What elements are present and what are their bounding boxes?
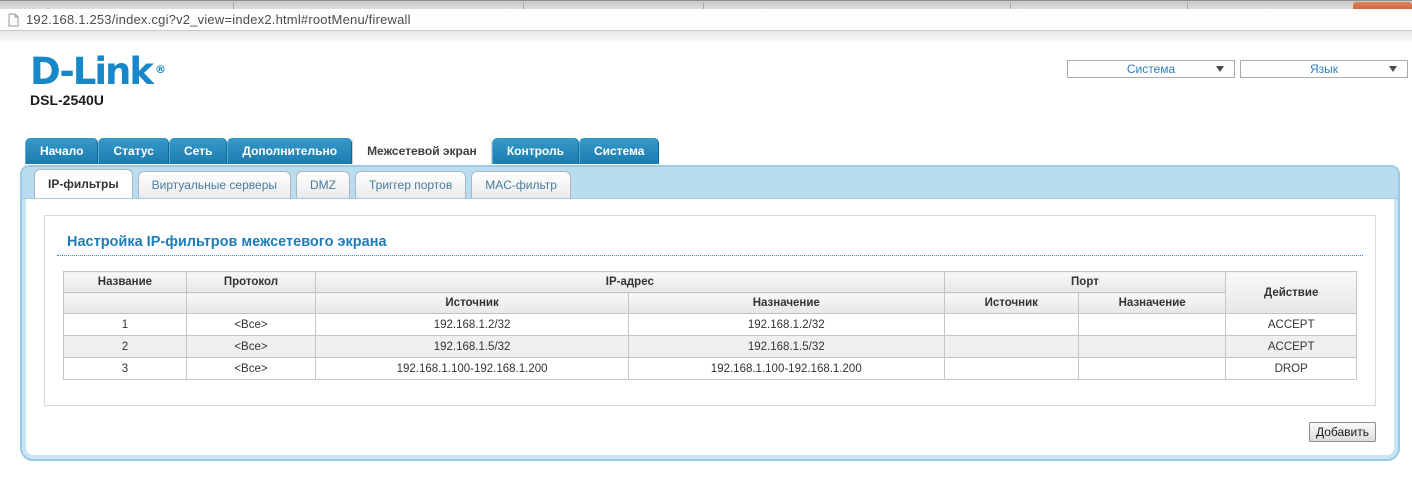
- language-menu-dropdown[interactable]: Язык: [1240, 60, 1408, 78]
- cell-ip-destination: 192.168.1.2/32: [628, 313, 945, 336]
- heading-divider: [57, 255, 1363, 256]
- cell-ip-source: 192.168.1.2/32: [315, 313, 630, 336]
- col-ip-group: IP-адрес: [315, 271, 945, 293]
- model-name: DSL-2540U: [30, 92, 104, 108]
- cell-protocol: <Все>: [185, 357, 317, 380]
- main-nav-tabs: Начало Статус Сеть Дополнительно Межсете…: [25, 138, 1412, 164]
- tab-divider: [1010, 2, 1011, 9]
- logo-text: D-Link: [30, 50, 154, 93]
- col-name: Название: [63, 271, 187, 293]
- ip-filter-table: Название Протокол IP-адрес Порт Действие…: [63, 271, 1357, 380]
- col-ip-destination: Назначение: [628, 292, 945, 314]
- cell-name: 3: [63, 357, 187, 380]
- table-row[interactable]: 2 <Все> 192.168.1.5/32 192.168.1.5/32 AC…: [63, 335, 1357, 358]
- masthead: D-Link ® DSL-2540U Система Язык: [0, 42, 1412, 138]
- table-header-row: Название Протокол IP-адрес Порт Действие: [63, 271, 1357, 314]
- col-ip-source: Источник: [315, 292, 630, 314]
- cell-port-source: [943, 313, 1079, 336]
- chevron-down-icon: [1389, 66, 1397, 72]
- system-menu-label: Система: [1126, 62, 1176, 76]
- tab-divider: [703, 2, 704, 9]
- table-row[interactable]: 3 <Все> 192.168.1.100-192.168.1.200 192.…: [63, 357, 1357, 380]
- tab-network[interactable]: Сеть: [168, 138, 228, 164]
- subtab-port-trigger[interactable]: Триггер портов: [355, 171, 467, 198]
- tab-divider: [233, 2, 234, 9]
- subtab-dmz[interactable]: DMZ: [296, 171, 350, 198]
- cell-ip-destination: 192.168.1.5/32: [628, 335, 945, 358]
- cell-protocol: <Все>: [185, 313, 317, 336]
- cell-action: ACCEPT: [1225, 335, 1357, 358]
- col-port-group: Порт: [943, 271, 1227, 293]
- browser-address-bar[interactable]: 192.168.1.253/index.cgi?v2_view=index2.h…: [0, 9, 1412, 31]
- system-menu-dropdown[interactable]: Система: [1067, 60, 1235, 78]
- col-port-destination: Назначение: [1077, 292, 1227, 314]
- tab-divider: [1187, 2, 1188, 9]
- tab-divider: [523, 2, 524, 9]
- language-menu-label: Язык: [1309, 62, 1339, 76]
- actions-bar: Добавить: [44, 422, 1376, 442]
- cell-port-destination: [1077, 357, 1227, 380]
- cell-port-source: [943, 335, 1079, 358]
- tab-home[interactable]: Начало: [25, 138, 99, 164]
- cell-ip-destination: 192.168.1.100-192.168.1.200: [628, 357, 945, 380]
- add-button[interactable]: Добавить: [1308, 422, 1376, 442]
- url-text[interactable]: 192.168.1.253/index.cgi?v2_view=index2.h…: [26, 12, 411, 27]
- col-port-source: Источник: [943, 292, 1079, 314]
- cell-name: 2: [63, 335, 187, 358]
- cell-protocol: <Все>: [185, 335, 317, 358]
- browser-tabstrip: [0, 0, 1412, 10]
- registered-mark: ®: [154, 63, 166, 76]
- subtab-ip-filters[interactable]: IP-фильтры: [34, 169, 133, 198]
- page-icon: [8, 13, 19, 26]
- cell-name: 1: [63, 313, 187, 336]
- tab-firewall[interactable]: Межсетевой экран: [352, 138, 492, 164]
- chrome-shadow: [0, 31, 1412, 42]
- cell-ip-source: 192.168.1.5/32: [315, 335, 630, 358]
- table-row[interactable]: 1 <Все> 192.168.1.2/32 192.168.1.2/32 AC…: [63, 313, 1357, 336]
- tab-advanced[interactable]: Дополнительно: [227, 138, 353, 164]
- brand-block: D-Link ® DSL-2540U: [30, 53, 166, 108]
- sub-tab-band: IP-фильтры Виртуальные серверы DMZ Тригг…: [22, 167, 1398, 199]
- dlink-logo: D-Link ®: [30, 53, 166, 90]
- cell-port-source: [943, 357, 1079, 380]
- content-panel: IP-фильтры Виртуальные серверы DMZ Тригг…: [20, 165, 1400, 461]
- settings-box: Настройка IP-фильтров межсетевого экрана…: [44, 215, 1376, 406]
- header-empty-cell: [63, 292, 187, 314]
- header-empty-cell: [185, 292, 317, 314]
- cell-port-destination: [1077, 335, 1227, 358]
- page-title: Настройка IP-фильтров межсетевого экрана: [67, 234, 387, 250]
- cell-action: DROP: [1225, 357, 1357, 380]
- table-subheader-row: Источник Назначение Источник Назначение: [63, 292, 1357, 314]
- cell-action: ACCEPT: [1225, 313, 1357, 336]
- panel-body: Настройка IP-фильтров межсетевого экрана…: [22, 199, 1398, 442]
- tab-control[interactable]: Контроль: [491, 138, 579, 164]
- subtab-mac-filter[interactable]: MAC-фильтр: [471, 171, 571, 198]
- chevron-down-icon: [1216, 66, 1224, 72]
- cell-ip-source: 192.168.1.100-192.168.1.200: [315, 357, 630, 380]
- tab-system[interactable]: Система: [578, 138, 660, 164]
- tab-status[interactable]: Статус: [98, 138, 169, 164]
- cell-port-destination: [1077, 313, 1227, 336]
- router-admin-screen: 192.168.1.253/index.cgi?v2_view=index2.h…: [0, 0, 1412, 482]
- top-menus: Система Язык: [1067, 60, 1408, 78]
- col-action: Действие: [1225, 271, 1357, 314]
- subtab-virtual-servers[interactable]: Виртуальные серверы: [137, 171, 291, 198]
- col-protocol: Протокол: [185, 271, 317, 293]
